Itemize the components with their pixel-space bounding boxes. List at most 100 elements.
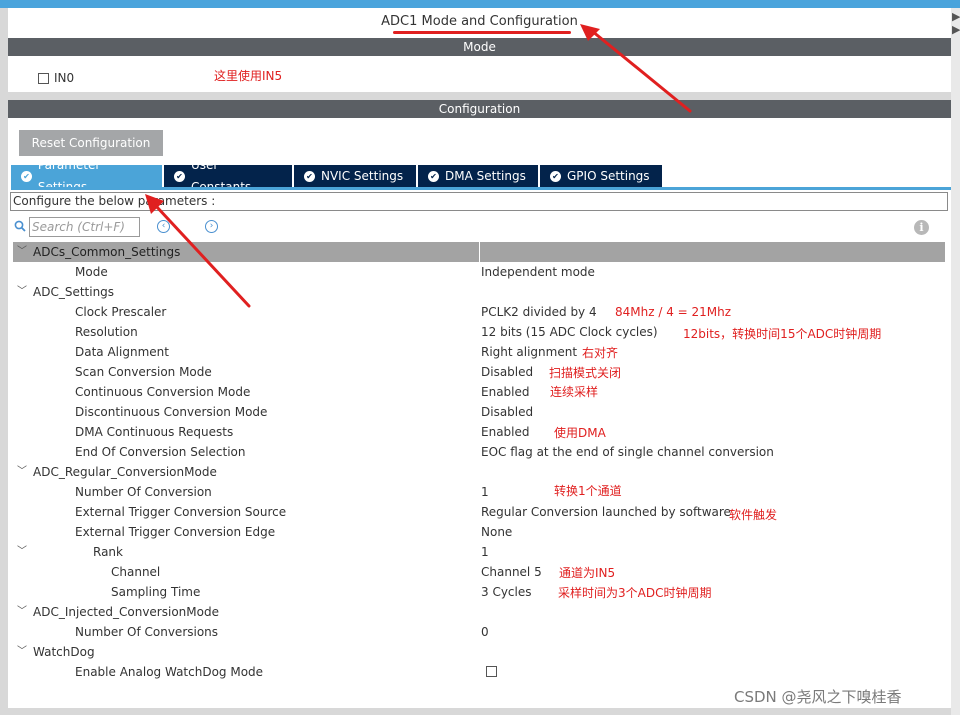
search-next-icon[interactable]: › <box>205 220 218 233</box>
chevron-down-icon[interactable]: ﹀ <box>17 642 27 662</box>
tab-label: DMA Settings <box>445 169 526 183</box>
tab-gpio-settings[interactable]: ✔ GPIO Settings <box>540 165 664 187</box>
chevron-down-icon[interactable]: ﹀ <box>17 462 27 482</box>
configuration-section-header: Configuration <box>8 100 951 118</box>
param-row-num-conversion[interactable]: Number Of Conversion 1 <box>13 482 945 502</box>
group-label: ADC_Regular_ConversionMode <box>33 465 217 479</box>
right-border <box>951 8 960 715</box>
tab-underline <box>11 187 951 190</box>
param-row-discontinuous-mode[interactable]: Discontinuous Conversion Mode Disabled <box>13 402 945 422</box>
param-label: Data Alignment <box>75 345 169 359</box>
check-circle-icon: ✔ <box>428 170 439 182</box>
param-value[interactable]: 3 Cycles <box>481 582 532 602</box>
group-row-adcs-common[interactable]: ﹀ ADCs_Common_Settings <box>13 242 945 262</box>
param-row-mode[interactable]: Mode Independent mode <box>13 262 945 282</box>
param-value[interactable]: Independent mode <box>481 262 595 282</box>
param-row-dma-requests[interactable]: DMA Continuous Requests Enabled <box>13 422 945 442</box>
param-value[interactable]: EOC flag at the end of single channel co… <box>481 442 774 462</box>
bottom-border <box>8 708 951 715</box>
param-row-ext-trigger-source[interactable]: External Trigger Conversion Source Regul… <box>13 502 945 522</box>
group-row-watchdog[interactable]: ﹀ WatchDog <box>13 642 945 662</box>
section-divider <box>8 92 951 100</box>
group-row-rank[interactable]: ﹀ Rank 1 <box>13 542 945 562</box>
param-value[interactable]: Disabled <box>481 402 533 422</box>
column-divider <box>479 242 480 262</box>
param-value[interactable]: Right alignment <box>481 342 577 362</box>
param-label: Channel <box>111 565 161 579</box>
param-label: Continuous Conversion Mode <box>75 385 251 399</box>
param-label: Sampling Time <box>111 585 201 599</box>
tab-nvic-settings[interactable]: ✔ NVIC Settings <box>294 165 418 187</box>
group-row-injected-conversion[interactable]: ﹀ ADC_Injected_ConversionMode <box>13 602 945 622</box>
check-circle-icon: ✔ <box>550 170 561 182</box>
param-label: DMA Continuous Requests <box>75 425 234 439</box>
title-annotation-underline <box>393 31 571 34</box>
param-value[interactable]: Enabled <box>481 382 530 402</box>
param-label: External Trigger Conversion Source <box>75 505 287 519</box>
tab-user-constants[interactable]: ✔ User Constants <box>164 158 294 194</box>
param-row-eoc-selection[interactable]: End Of Conversion Selection EOC flag at … <box>13 442 945 462</box>
collapse-arrows-icon[interactable]: ▶ ▶ <box>952 10 960 40</box>
param-value[interactable]: 1 <box>481 542 489 562</box>
param-row-scan-mode[interactable]: Scan Conversion Mode Disabled <box>13 362 945 382</box>
param-value[interactable]: 12 bits (15 ADC Clock cycles) <box>481 322 658 342</box>
in0-option[interactable]: IN0 <box>38 71 74 85</box>
param-row-num-conversions[interactable]: Number Of Conversions 0 <box>13 622 945 642</box>
annotation-scan: 扫描模式关闭 <box>549 366 622 380</box>
param-row-sampling-time[interactable]: Sampling Time 3 Cycles <box>13 582 945 602</box>
window-title: ADC1 Mode and Configuration <box>381 14 578 29</box>
param-value[interactable]: 0 <box>481 622 489 642</box>
settings-tabs: ✔ Parameter Settings ✔ User Constants ✔ … <box>11 158 664 194</box>
param-value[interactable]: 1 <box>481 482 489 502</box>
param-value[interactable]: None <box>481 522 512 542</box>
left-border <box>0 8 8 715</box>
group-label: ADC_Settings <box>33 285 115 299</box>
watermark: CSDN @尧风之下嗅桂香 <box>734 688 902 706</box>
search-previous-icon[interactable]: ‹ <box>157 220 170 233</box>
param-row-clock-prescaler[interactable]: Clock Prescaler PCLK2 divided by 4 <box>13 302 945 322</box>
info-icon[interactable]: i <box>914 220 929 235</box>
parameter-table: ﹀ ADCs_Common_Settings Mode Independent … <box>13 242 945 682</box>
parameters-hint: Configure the below parameters : <box>10 192 948 211</box>
param-row-continuous-mode[interactable]: Continuous Conversion Mode Enabled <box>13 382 945 402</box>
group-label: ADCs_Common_Settings <box>33 245 181 259</box>
param-value[interactable]: Disabled <box>481 362 533 382</box>
param-label: Number Of Conversions <box>75 625 219 639</box>
chevron-down-icon[interactable]: ﹀ <box>17 242 27 262</box>
group-label: ADC_Injected_ConversionMode <box>33 605 219 619</box>
watchdog-checkbox[interactable] <box>486 666 497 677</box>
search-icon <box>14 220 26 232</box>
param-label: Enable Analog WatchDog Mode <box>75 665 264 679</box>
group-row-adc-settings[interactable]: ﹀ ADC_Settings <box>13 282 945 302</box>
param-row-channel[interactable]: Channel Channel 5 <box>13 562 945 582</box>
annotation-num-conversion: 转换1个通道 <box>554 484 622 498</box>
mode-area <box>8 57 951 92</box>
annotation-alignment: 右对齐 <box>582 346 619 360</box>
param-value[interactable]: PCLK2 divided by 4 <box>481 302 597 322</box>
param-label: Rank <box>93 545 123 559</box>
tab-parameter-settings[interactable]: ✔ Parameter Settings <box>11 158 164 194</box>
param-value[interactable]: Channel 5 <box>481 562 542 582</box>
param-row-data-alignment[interactable]: Data Alignment Right alignment <box>13 342 945 362</box>
search-input[interactable]: Search (Ctrl+F) <box>29 217 140 237</box>
group-label: WatchDog <box>33 645 95 659</box>
reset-configuration-button[interactable]: Reset Configuration <box>19 130 163 156</box>
check-circle-icon: ✔ <box>21 170 32 182</box>
chevron-down-icon[interactable]: ﹀ <box>17 542 27 562</box>
chevron-down-icon[interactable]: ﹀ <box>17 602 27 622</box>
group-row-regular-conversion[interactable]: ﹀ ADC_Regular_ConversionMode <box>13 462 945 482</box>
param-label: Mode <box>75 265 108 279</box>
param-label: Clock Prescaler <box>75 305 167 319</box>
param-value[interactable]: Regular Conversion launched by software <box>481 502 731 522</box>
annotation-channel: 通道为IN5 <box>559 566 616 580</box>
param-value[interactable]: Enabled <box>481 422 530 442</box>
chevron-down-icon[interactable]: ﹀ <box>17 282 27 302</box>
tab-label: GPIO Settings <box>567 169 650 183</box>
param-row-analog-watchdog[interactable]: Enable Analog WatchDog Mode <box>13 662 945 682</box>
in0-checkbox[interactable] <box>38 72 49 84</box>
check-circle-icon: ✔ <box>174 170 185 182</box>
annotation-sampling: 采样时间为3个ADC时钟周期 <box>558 586 712 600</box>
tab-dma-settings[interactable]: ✔ DMA Settings <box>418 165 540 187</box>
annotation-resolution: 12bits，转换时间15个ADC时钟周期 <box>683 327 882 341</box>
param-row-ext-trigger-edge[interactable]: External Trigger Conversion Edge None <box>13 522 945 542</box>
